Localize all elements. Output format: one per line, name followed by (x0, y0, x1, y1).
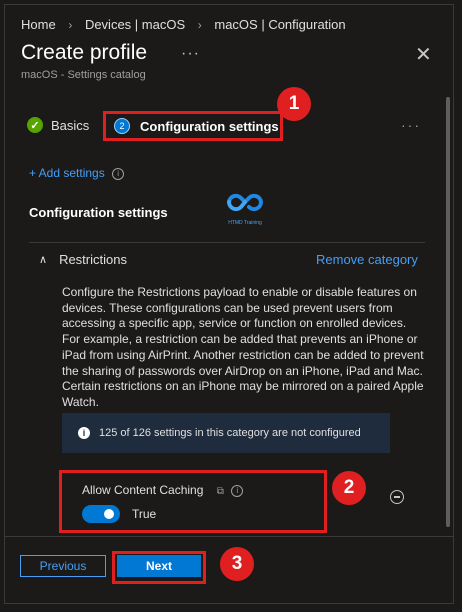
htmd-logo: HTMD Training (226, 193, 264, 226)
annotation-badge-2: 2 (332, 471, 366, 505)
page-subtitle: macOS - Settings catalog (21, 69, 146, 81)
setting-label-row: Allow Content Caching ⧉ i (82, 483, 244, 497)
step-basics[interactable]: Basics (51, 118, 89, 133)
add-settings-label: + Add settings (29, 166, 105, 180)
breadcrumb-home[interactable]: Home (21, 17, 56, 32)
create-profile-panel: Home › Devices | macOS › macOS | Configu… (4, 4, 454, 604)
more-options-icon[interactable]: ··· (181, 45, 200, 63)
breadcrumb: Home › Devices | macOS › macOS | Configu… (21, 17, 346, 32)
info-icon[interactable]: i (112, 167, 125, 180)
footer-divider (5, 536, 453, 537)
remove-setting-icon[interactable] (390, 490, 404, 504)
info-message-bar: i 125 of 126 settings in this category a… (62, 413, 390, 453)
logo-text: HTMD Training (228, 220, 262, 226)
wizard-steps: ✓ Basics (27, 117, 89, 133)
section-title: Configuration settings (29, 205, 168, 220)
chevron-up-icon[interactable]: ∧ (39, 253, 47, 266)
chevron-right-icon: › (197, 18, 202, 32)
setting-label: Allow Content Caching (82, 483, 204, 497)
info-message: 125 of 126 settings in this category are… (99, 427, 361, 439)
annotation-badge-1: 1 (277, 87, 311, 121)
page-title: Create profile (21, 41, 148, 64)
steps-more-icon[interactable]: ··· (401, 117, 421, 133)
check-icon: ✓ (27, 117, 43, 133)
toggle-knob (104, 509, 114, 519)
add-settings-link[interactable]: + Add settings i (29, 166, 125, 180)
link-icon: ⧉ (216, 486, 224, 497)
info-icon: i (78, 427, 90, 439)
close-icon[interactable]: ✕ (415, 42, 432, 67)
next-button[interactable]: Next (117, 555, 201, 577)
divider (29, 242, 425, 243)
category-header[interactable]: ∧ Restrictions (39, 252, 127, 267)
breadcrumb-devices-macos[interactable]: Devices | macOS (85, 17, 185, 32)
content-caching-toggle[interactable] (82, 505, 120, 523)
breadcrumb-macos-configuration[interactable]: macOS | Configuration (214, 17, 345, 32)
category-description: Configure the Restrictions payload to en… (62, 285, 424, 409)
chevron-right-icon: › (68, 18, 73, 32)
step-configuration-settings-label: Configuration settings (140, 118, 279, 134)
category-name: Restrictions (59, 252, 127, 267)
remove-category-link[interactable]: Remove category (316, 252, 418, 267)
toggle-value: True (132, 507, 157, 521)
allow-content-caching-setting: Allow Content Caching ⧉ i True (59, 470, 327, 533)
annotation-badge-3: 3 (220, 547, 254, 581)
info-icon[interactable]: i (231, 484, 244, 497)
step-number-badge: 2 (114, 118, 130, 134)
vertical-scrollbar[interactable] (446, 97, 450, 527)
previous-button[interactable]: Previous (20, 555, 106, 577)
step-configuration-settings[interactable]: 2 Configuration settings (103, 111, 283, 141)
